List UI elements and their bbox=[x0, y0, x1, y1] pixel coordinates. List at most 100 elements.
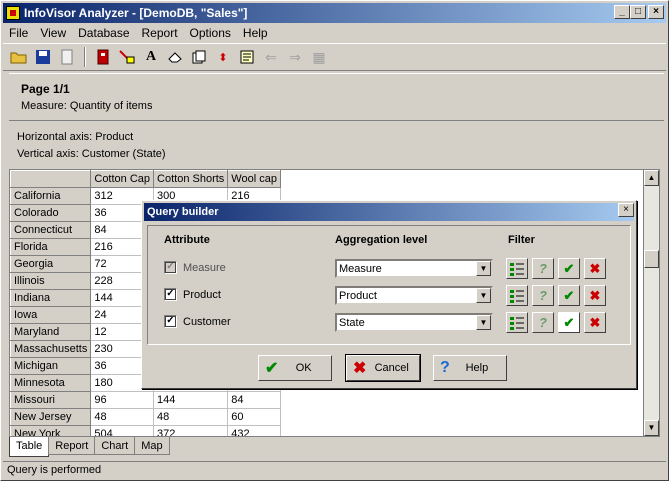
arrow-back-icon[interactable]: ⇐ bbox=[261, 47, 281, 67]
connection-tree-icon[interactable] bbox=[117, 47, 137, 67]
customer-attribute-label: Customer bbox=[183, 315, 231, 328]
vertical-scrollbar[interactable]: ▲ ▼ bbox=[643, 169, 660, 437]
measure-attribute-label: Measure bbox=[183, 261, 226, 274]
row-header[interactable]: Massachusetts bbox=[10, 340, 92, 358]
filter-help-icon[interactable]: ? bbox=[532, 312, 554, 333]
tab-report[interactable]: Report bbox=[48, 437, 96, 455]
row-header[interactable]: Michigan bbox=[10, 357, 92, 375]
row-header[interactable]: Indiana bbox=[10, 289, 92, 307]
menu-options[interactable]: Options bbox=[184, 24, 237, 42]
chevron-down-icon[interactable]: ▼ bbox=[476, 261, 491, 276]
row-header[interactable]: Iowa bbox=[10, 306, 92, 324]
measure-label: Measure: Quantity of items bbox=[21, 100, 153, 112]
row-header[interactable]: Georgia bbox=[10, 255, 92, 273]
window-title: InfoVisor Analyzer - [DemoDB, "Sales"] bbox=[24, 6, 248, 20]
filter-list-icon[interactable] bbox=[506, 258, 528, 279]
customer-checkbox[interactable]: ✓ bbox=[164, 315, 177, 328]
menu-report[interactable]: Report bbox=[136, 24, 184, 42]
menu-view[interactable]: View bbox=[34, 24, 72, 42]
report-info-panel: Page 1/1 Measure: Quantity of items bbox=[9, 73, 664, 121]
product-aggregation-value: Product bbox=[339, 290, 377, 302]
table-cell[interactable]: 504 bbox=[90, 425, 155, 436]
scroll-up-button[interactable]: ▲ bbox=[644, 170, 659, 186]
menu-database[interactable]: Database bbox=[72, 24, 135, 42]
measure-aggregation-select[interactable]: Measure ▼ bbox=[335, 259, 493, 278]
table-cell[interactable]: 84 bbox=[227, 391, 281, 409]
filter-list-icon[interactable] bbox=[506, 285, 528, 306]
row-header[interactable]: Illinois bbox=[10, 272, 92, 290]
table-cell[interactable]: 48 bbox=[153, 408, 229, 426]
minimize-button[interactable]: _ bbox=[614, 5, 630, 19]
maximize-button[interactable]: □ bbox=[630, 5, 646, 19]
copy-pages-icon[interactable] bbox=[189, 47, 209, 67]
column-header[interactable]: Cotton Shorts bbox=[153, 170, 229, 188]
row-header[interactable]: Colorado bbox=[10, 204, 92, 222]
close-button[interactable]: × bbox=[648, 5, 664, 19]
eraser-icon[interactable] bbox=[165, 47, 185, 67]
tab-chart[interactable]: Chart bbox=[94, 437, 136, 455]
toolbar: A ⬍ ⇐ ⇒ ▦ bbox=[3, 43, 666, 71]
save-disk-icon[interactable] bbox=[33, 47, 53, 67]
font-a-icon[interactable]: A bbox=[141, 47, 161, 67]
tab-map[interactable]: Map bbox=[134, 437, 170, 455]
cancel-button[interactable]: ✖ Cancel bbox=[345, 354, 421, 382]
row-header[interactable]: New Jersey bbox=[10, 408, 92, 426]
sort-arrows-icon[interactable]: ⬍ bbox=[213, 47, 233, 67]
document-icon[interactable] bbox=[57, 47, 77, 67]
product-checkbox[interactable]: ✓ bbox=[164, 288, 177, 301]
measure-aggregation-value: Measure bbox=[339, 263, 382, 275]
row-header[interactable]: Maryland bbox=[10, 323, 92, 341]
database-icon[interactable] bbox=[93, 47, 113, 67]
page-indicator: Page 1/1 bbox=[21, 82, 70, 96]
query-builder-dialog: Query builder × Attribute Aggregation le… bbox=[141, 200, 637, 389]
chevron-down-icon[interactable]: ▼ bbox=[476, 315, 491, 330]
filter-apply-icon[interactable]: ✔ bbox=[558, 258, 580, 279]
scroll-down-button[interactable]: ▼ bbox=[644, 420, 659, 436]
menu-file[interactable]: File bbox=[3, 24, 34, 42]
column-header[interactable]: Cotton Cap bbox=[90, 170, 155, 188]
chevron-down-icon[interactable]: ▼ bbox=[476, 288, 491, 303]
filter-help-icon[interactable]: ? bbox=[532, 285, 554, 306]
table-cell[interactable]: 432 bbox=[227, 425, 281, 436]
open-folder-icon[interactable] bbox=[9, 47, 29, 67]
menu-help[interactable]: Help bbox=[237, 24, 274, 42]
calculator-icon[interactable]: ▦ bbox=[309, 47, 329, 67]
menu-bar: File View Database Report Options Help bbox=[3, 24, 274, 42]
table-row: Missouri 96 144 84 bbox=[10, 391, 281, 409]
table-cell[interactable]: 372 bbox=[153, 425, 229, 436]
column-header[interactable]: Wool cap bbox=[227, 170, 281, 188]
arrow-forward-icon[interactable]: ⇒ bbox=[285, 47, 305, 67]
filter-remove-icon[interactable]: ✖ bbox=[584, 285, 606, 306]
filter-list-icon[interactable] bbox=[506, 312, 528, 333]
filter-apply-icon[interactable]: ✔ bbox=[558, 312, 580, 333]
filter-remove-icon[interactable]: ✖ bbox=[584, 312, 606, 333]
help-button[interactable]: ? Help bbox=[433, 355, 507, 381]
row-header[interactable]: California bbox=[10, 187, 92, 205]
table-cell[interactable]: 60 bbox=[227, 408, 281, 426]
table-cell[interactable]: 144 bbox=[153, 391, 229, 409]
product-row: ✓ Product bbox=[164, 288, 221, 301]
customer-aggregation-select[interactable]: State ▼ bbox=[335, 313, 493, 332]
row-header[interactable]: Florida bbox=[10, 238, 92, 256]
tab-table[interactable]: Table bbox=[9, 437, 50, 457]
product-attribute-label: Product bbox=[183, 288, 221, 301]
row-header[interactable]: Missouri bbox=[10, 391, 92, 409]
ok-button[interactable]: ✔ OK bbox=[258, 355, 332, 381]
corner-cell bbox=[10, 170, 92, 188]
row-header[interactable]: Connecticut bbox=[10, 221, 92, 239]
dialog-close-button[interactable]: × bbox=[618, 203, 634, 217]
row-header[interactable]: New York bbox=[10, 425, 92, 436]
filter-apply-icon[interactable]: ✔ bbox=[558, 285, 580, 306]
row-header[interactable]: Minnesota bbox=[10, 374, 92, 392]
table-cell[interactable]: 96 bbox=[90, 391, 155, 409]
table-cell[interactable]: 48 bbox=[90, 408, 155, 426]
filter-remove-icon[interactable]: ✖ bbox=[584, 258, 606, 279]
filter-help-icon[interactable]: ? bbox=[532, 258, 554, 279]
attribute-header: Attribute bbox=[164, 234, 210, 246]
title-bar: InfoVisor Analyzer - [DemoDB, "Sales"] _… bbox=[3, 3, 666, 23]
product-aggregation-select[interactable]: Product ▼ bbox=[335, 286, 493, 305]
customer-row: ✓ Customer bbox=[164, 315, 231, 328]
properties-icon[interactable] bbox=[237, 47, 257, 67]
scroll-thumb[interactable] bbox=[644, 250, 659, 268]
measure-checkbox[interactable]: ✓ bbox=[164, 261, 177, 274]
